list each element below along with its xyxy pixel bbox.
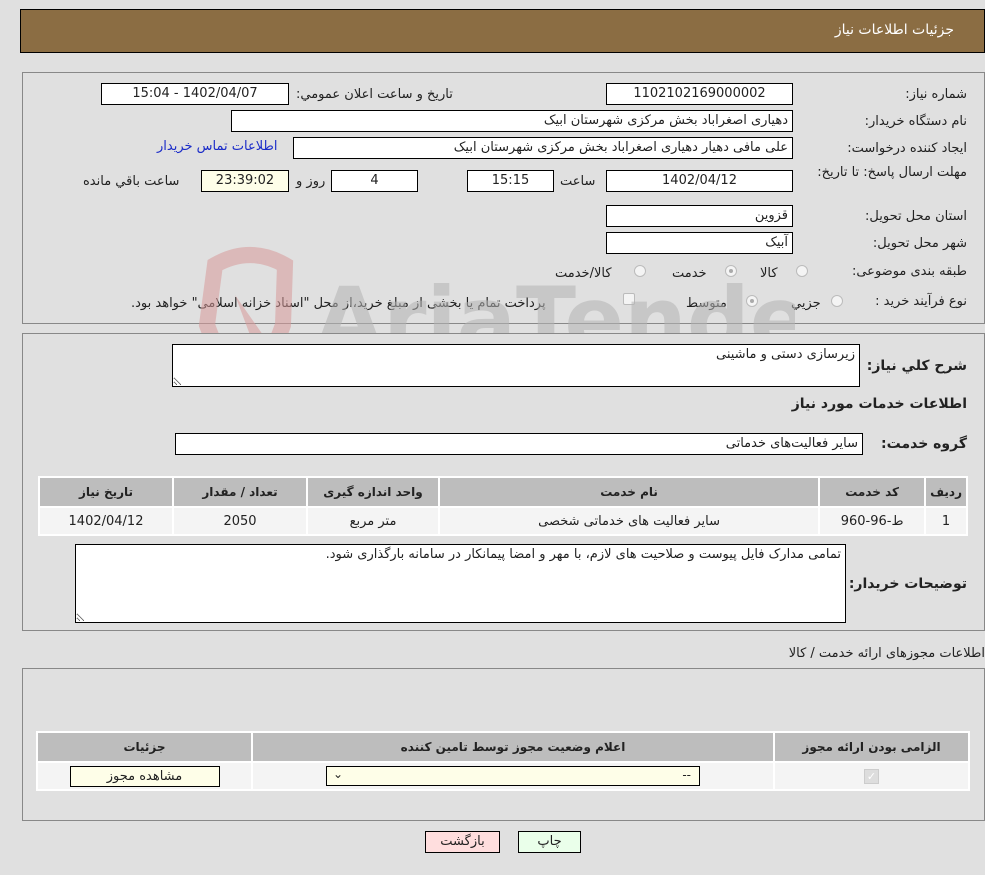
days-label: روز و bbox=[296, 174, 326, 189]
buyer-org-label: نام دستگاه خريدار: bbox=[864, 114, 967, 129]
cell-quantity: 2050 bbox=[174, 508, 306, 534]
deadline-date-field[interactable]: 1402/04/12 bbox=[606, 170, 793, 192]
category-radio-goods[interactable] bbox=[796, 265, 808, 277]
col-permit-details: جزئیات bbox=[38, 733, 251, 761]
services-table-header: رديف کد خدمت نام خدمت واحد اندازه گيری ت… bbox=[40, 478, 966, 506]
treasury-note: پرداخت تمام یا بخشی از مبلغ خرید،از محل … bbox=[131, 296, 546, 311]
permit-status-select[interactable]: -- ⌄ bbox=[326, 766, 700, 786]
cell-unit: متر مربع bbox=[308, 508, 438, 534]
cell-service-name: سایر فعالیت های خدماتی شخصی bbox=[440, 508, 819, 534]
purchase-type-label: نوع فرآيند خريد : bbox=[875, 294, 967, 309]
deadline-time-field[interactable]: 15:15 bbox=[467, 170, 554, 192]
col-quantity: تعداد / مقدار bbox=[174, 478, 306, 506]
permit-status-value: -- bbox=[682, 768, 691, 782]
description-textarea[interactable]: زیرسازی دستی و ماشینی bbox=[172, 344, 860, 387]
deadline-label: مهلت ارسال پاسخ: تا تاریخ: bbox=[817, 165, 967, 180]
page-title: جزئیات اطلاعات نیاز bbox=[834, 22, 954, 38]
print-button[interactable]: چاپ bbox=[518, 831, 581, 853]
requester-label: ايجاد کننده درخواست: bbox=[847, 141, 967, 156]
need-number-field[interactable]: 1102102169000002 bbox=[606, 83, 793, 105]
buyer-org-field[interactable]: دهیاری اصغراباد بخش مرکزی شهرستان ابیک bbox=[231, 110, 793, 132]
description-label: شرح كلي نياز: bbox=[866, 358, 967, 374]
chevron-down-icon: ⌄ bbox=[333, 767, 344, 781]
services-section-title: اطلاعات خدمات مورد نياز bbox=[791, 396, 967, 412]
category-option-service: خدمت bbox=[672, 266, 707, 281]
city-field[interactable]: آبیک bbox=[606, 232, 793, 254]
announce-datetime-label: تاریخ و ساعت اعلان عمومي: bbox=[296, 87, 453, 102]
service-group-field[interactable]: سایر فعالیت‌های خدماتی bbox=[175, 433, 863, 455]
col-service-code: کد خدمت bbox=[820, 478, 925, 506]
cell-row-number: 1 bbox=[926, 508, 966, 534]
treasury-checkbox[interactable] bbox=[623, 293, 635, 305]
time-remaining-field: 23:39:02 bbox=[201, 170, 289, 192]
category-radio-service[interactable] bbox=[725, 265, 737, 277]
purchase-type-option-medium: متوسط bbox=[686, 296, 727, 311]
col-permit-required: الزامی بودن ارائه مجوز bbox=[775, 733, 968, 761]
required-checkbox-checked-icon: ✓ bbox=[864, 768, 879, 784]
cell-permit-required: ✓ bbox=[775, 763, 968, 789]
permits-table-header: الزامی بودن ارائه مجوز اعلام وضعیت مجوز … bbox=[38, 733, 968, 761]
back-button[interactable]: بازگشت bbox=[425, 831, 500, 853]
deadline-time-label: ساعت bbox=[560, 174, 596, 189]
table-row: ✓ -- ⌄ مشاهده مجوز bbox=[38, 763, 968, 789]
category-option-goods-service: کالا/خدمت bbox=[555, 266, 612, 281]
cell-service-code: ط-96-960 bbox=[820, 508, 925, 534]
buyer-contact-link[interactable]: اطلاعات تماس خريدار bbox=[157, 139, 277, 154]
purchase-type-option-minor: جزيي bbox=[791, 296, 821, 311]
city-label: شهر محل تحويل: bbox=[872, 236, 967, 251]
buyer-notes-label: توضيحات خريدار: bbox=[848, 576, 967, 592]
table-row: 1 ط-96-960 سایر فعالیت های خدماتی شخصی م… bbox=[40, 508, 966, 534]
page-header: جزئیات اطلاعات نیاز bbox=[20, 9, 985, 53]
buyer-notes-textarea[interactable]: تمامی مدارک فایل پیوست و صلاحیت های لازم… bbox=[75, 544, 846, 623]
col-permit-status: اعلام وضعیت مجوز توسط تامین کننده bbox=[253, 733, 773, 761]
permits-section-title: اطلاعات مجوزهای ارائه خدمت / کالا bbox=[788, 646, 985, 661]
purchase-type-radio-minor[interactable] bbox=[831, 295, 843, 307]
need-number-label: شماره نیاز: bbox=[905, 87, 967, 102]
announce-datetime-field[interactable]: 1402/04/07 - 15:04 bbox=[101, 83, 289, 105]
province-label: استان محل تحويل: bbox=[865, 209, 967, 224]
requester-field[interactable]: علی مافی دهیار دهیاری اصغراباد بخش مرکزی… bbox=[293, 137, 793, 159]
service-group-label: گروه خدمت: bbox=[881, 436, 967, 452]
col-row-number: رديف bbox=[926, 478, 966, 506]
purchase-type-radio-medium[interactable] bbox=[746, 295, 758, 307]
cell-need-date: 1402/04/12 bbox=[40, 508, 172, 534]
services-table-wrap: رديف کد خدمت نام خدمت واحد اندازه گيری ت… bbox=[38, 476, 968, 536]
permits-table-wrap: الزامی بودن ارائه مجوز اعلام وضعیت مجوز … bbox=[36, 731, 970, 791]
col-need-date: تاريخ نياز bbox=[40, 478, 172, 506]
days-remaining-field[interactable]: 4 bbox=[331, 170, 418, 192]
category-option-goods: کالا bbox=[760, 266, 778, 281]
col-unit: واحد اندازه گيری bbox=[308, 478, 438, 506]
time-remaining-label: ساعت باقي مانده bbox=[83, 174, 180, 189]
cell-permit-details: مشاهده مجوز bbox=[38, 763, 251, 789]
services-table: رديف کد خدمت نام خدمت واحد اندازه گيری ت… bbox=[38, 476, 968, 536]
cell-permit-status: -- ⌄ bbox=[253, 763, 773, 789]
permits-table: الزامی بودن ارائه مجوز اعلام وضعیت مجوز … bbox=[36, 731, 970, 791]
province-field[interactable]: قزوین bbox=[606, 205, 793, 227]
category-radio-goods-service[interactable] bbox=[634, 265, 646, 277]
category-label: طبقه بندی موضوعی: bbox=[851, 264, 967, 279]
view-permit-button[interactable]: مشاهده مجوز bbox=[69, 765, 220, 787]
col-service-name: نام خدمت bbox=[440, 478, 819, 506]
